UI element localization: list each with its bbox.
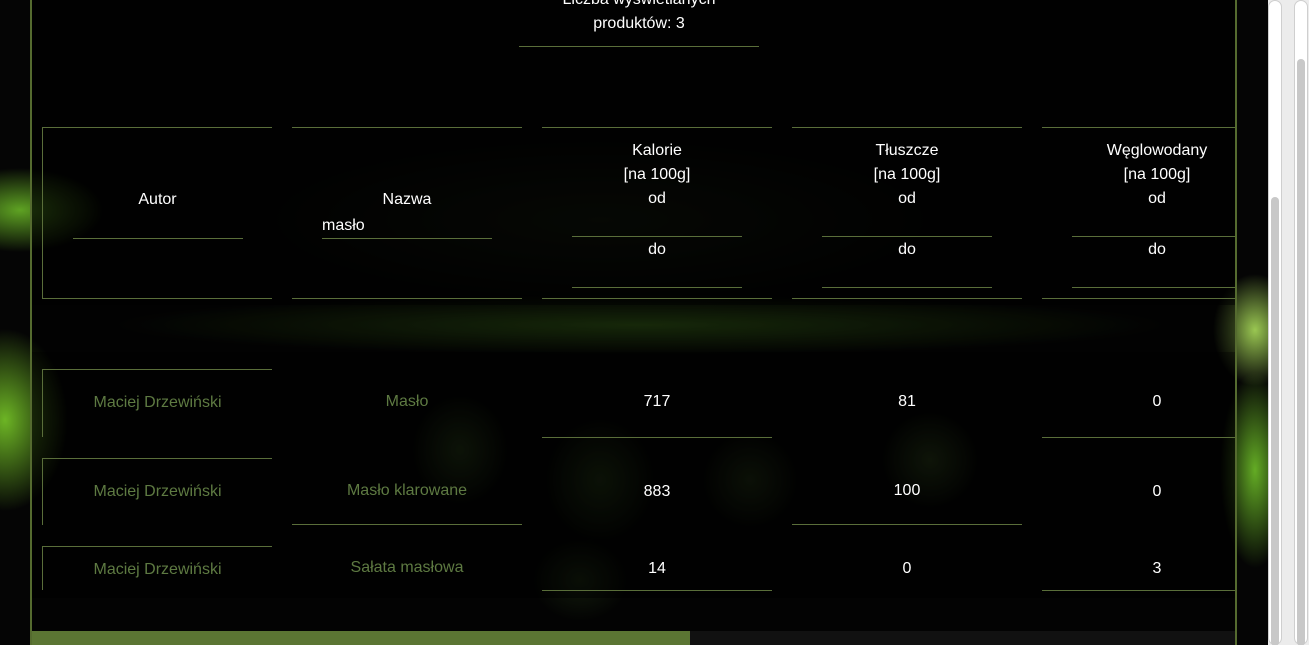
filter-fat-from-label: od: [898, 190, 916, 207]
vertical-scrollbar-outer-thumb[interactable]: [1271, 197, 1279, 645]
filter-carbs-cell: Węglowodany [na 100g] od do: [1042, 127, 1235, 299]
row1-author[interactable]: Maciej Drzewiński: [42, 369, 272, 437]
filter-author-cell: Autor: [42, 127, 272, 299]
row2-calories: 883: [643, 483, 671, 500]
filter-carbs-label: Węglowodany: [1106, 142, 1208, 159]
filter-carbs-to-input[interactable]: [1072, 263, 1235, 288]
filter-calories-to-label: do: [648, 241, 666, 258]
filter-carbs-from-input[interactable]: [1072, 212, 1235, 237]
horizontal-scrollbar-thumb[interactable]: [32, 631, 690, 645]
product-count: Liczba wyświetlanych produktów: 3: [519, 0, 759, 47]
row1-calories: 717: [542, 369, 772, 438]
filter-name-input[interactable]: [322, 214, 492, 239]
row1-carbs: 0: [1042, 369, 1235, 438]
row2-carbs: 0: [1152, 483, 1162, 500]
row2-author[interactable]: Maciej Drzewiński: [42, 458, 272, 525]
filter-name-cell: Nazwa: [292, 127, 522, 299]
vertical-scrollbar-outer[interactable]: [1268, 0, 1282, 645]
filter-carbs-to-label: do: [1148, 241, 1166, 258]
filter-calories-from-input[interactable]: [572, 212, 742, 237]
filter-fat-label: Tłuszcze: [875, 142, 939, 159]
filter-fat-unit: [na 100g]: [873, 166, 941, 183]
row1-name[interactable]: Masło: [292, 369, 522, 437]
filter-author-input[interactable]: [73, 214, 243, 239]
row1-fat: 81: [898, 393, 916, 410]
filter-calories-unit: [na 100g]: [623, 166, 691, 183]
filter-calories-to-input[interactable]: [572, 263, 742, 288]
filter-name-label: Nazwa: [382, 191, 432, 208]
filter-fat-from-input[interactable]: [822, 212, 992, 237]
filter-author-label: Autor: [138, 191, 177, 208]
product-count-line1: Liczba wyświetlanych: [519, 0, 759, 12]
row2-fat: 100: [792, 458, 1022, 525]
filter-fat-to-input[interactable]: [822, 263, 992, 288]
vertical-scrollbar-area: [1268, 0, 1309, 645]
row3-author[interactable]: Maciej Drzewiński: [42, 546, 272, 590]
row3-fat: 0: [902, 560, 912, 577]
vertical-scrollbar-inner[interactable]: [1294, 0, 1308, 645]
horizontal-scrollbar[interactable]: [32, 631, 1235, 645]
filter-calories-cell: Kalorie [na 100g] od do: [542, 127, 772, 299]
filter-fat-cell: Tłuszcze [na 100g] od do: [792, 127, 1022, 299]
filter-fat-to-label: do: [898, 241, 916, 258]
product-count-line2: produktów: 3: [593, 15, 685, 32]
vertical-scrollbar-inner-thumb[interactable]: [1297, 59, 1305, 645]
row3-carbs: 3: [1042, 546, 1235, 591]
row2-name[interactable]: Masło klarowane: [292, 458, 522, 525]
filter-carbs-from-label: od: [1148, 190, 1166, 207]
filter-carbs-unit: [na 100g]: [1123, 166, 1191, 183]
row3-calories: 14: [542, 546, 772, 591]
row3-name[interactable]: Sałata masłowa: [292, 546, 522, 590]
filter-calories-from-label: od: [648, 190, 666, 207]
filter-calories-label: Kalorie: [632, 142, 682, 159]
